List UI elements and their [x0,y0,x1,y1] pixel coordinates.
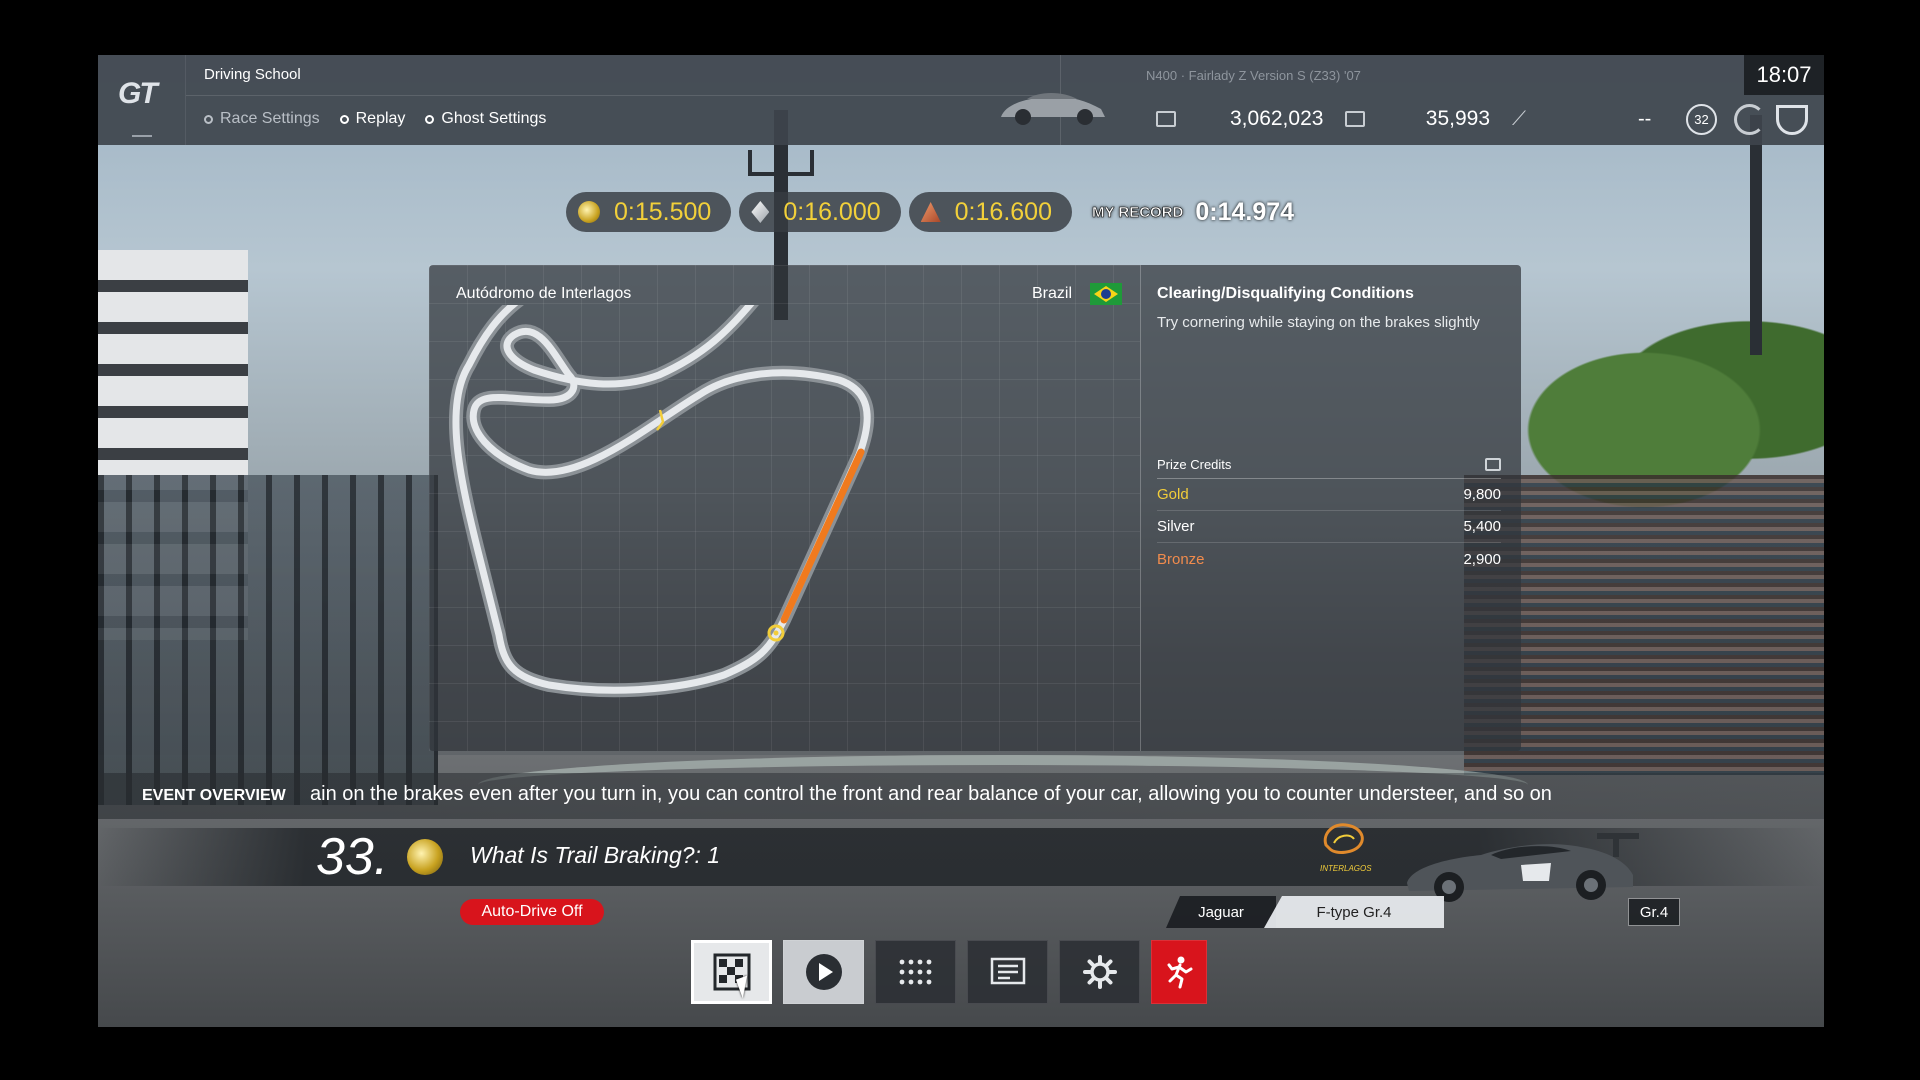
overview-label: EVENT OVERVIEW [142,787,286,804]
my-record-label: MY RECORD [1091,203,1184,221]
logo-underline [132,135,152,137]
prize-label: Bronze [1157,550,1205,568]
silver-time: 0:16.000 [739,192,901,232]
circuit-logo-icon [1323,823,1364,854]
replay-button[interactable] [783,940,864,1004]
light-pole-head [748,150,814,176]
event-number: 33. [316,828,389,886]
overview-ticker: ain on the brakes even after you turn in… [310,783,1552,805]
car-info: Jaguar F-type Gr.4 [1166,896,1444,928]
progress-ring-icon [1734,104,1765,135]
car-thumbnail-icon[interactable] [993,83,1113,128]
event-title: What Is Trail Braking?: 1 [470,842,721,868]
car-class-badge: Gr.4 [1628,898,1680,926]
gt-logo[interactable]: GT [98,55,186,145]
prize-label: Silver [1157,518,1195,535]
gold-medal-icon [578,201,600,223]
top-bar: GT Driving School Race Settings Replay G… [98,55,1824,145]
menu-replay[interactable]: Replay [339,110,406,128]
car-label: N400 · Fairlady Z Version S (Z33) '07 [1146,68,1361,83]
fence-backdrop [98,475,438,805]
auto-drive-toggle[interactable]: Auto-Drive Off [460,899,604,925]
track-layout [448,305,875,698]
game-screen: GT Driving School Race Settings Replay G… [98,55,1824,1027]
panel-divider [1140,265,1141,751]
prize-row-bronze: Bronze 2,900 [1157,543,1501,575]
track-section-highlight [780,448,865,624]
notes-icon [990,957,1025,985]
graph-icon: ⟋ [1512,107,1526,130]
track-map: Autódromo de Interlagos Brazil [429,265,1140,751]
menu-label: Replay [355,110,406,127]
gt-logo-icon: GT [118,77,158,110]
action-bar [691,940,1207,1004]
top-divider [186,95,1058,96]
top-menu: Race Settings Replay Ghost Settings [204,110,546,128]
race-car-image [1407,833,1639,902]
event-overview: EVENT OVERVIEW ain on the brakes even af… [98,773,1824,819]
start-position-dot [773,630,779,636]
mileage-value: 35,993 [1425,107,1490,130]
conditions-title: Clearing/Disqualifying Conditions [1157,285,1414,302]
country-name: Brazil [1032,285,1073,302]
prize-value: 2,900 [1463,550,1501,568]
event-details-button[interactable] [967,940,1048,1004]
shield-icon [1776,105,1808,135]
my-record: MY RECORD 0:14.974 [1092,198,1294,227]
exit-button[interactable] [1151,940,1207,1004]
track-name: Autódromo de Interlagos [456,285,632,302]
my-record-value: 0:14.974 [1195,197,1295,226]
bronze-time-value: 0:16.600 [954,197,1052,226]
prize-header: Prize Credits [1157,457,1501,479]
target-times: 0:15.500 0:16.000 0:16.600 MY RECORD 0:1… [566,192,1294,232]
prize-label: Gold [1157,486,1189,503]
silver-medal-icon [751,201,770,223]
circuit-logo-text: INTERLAGOS [1320,864,1372,873]
prize-value: 5,400 [1463,518,1501,535]
prize-credits: Prize Credits Gold 9,800 Silver 5,400 Br… [1157,457,1501,575]
brazil-flag-icon [1090,283,1122,305]
settings-button[interactable] [1059,940,1140,1004]
event-info-panel: Autódromo de Interlagos Brazil Clearing/… [429,265,1521,751]
credits-icon [1485,458,1501,471]
light-pole-right [1750,115,1762,355]
cursor-icon [735,975,755,999]
silver-time-value: 0:16.000 [783,197,881,226]
clock: 18:07 [1744,55,1824,95]
conditions-text: Try cornering while staying on the brake… [1157,314,1480,331]
prize-value: 9,800 [1463,486,1501,503]
mileage-icon [1345,111,1365,127]
gold-time-value: 0:15.500 [614,197,712,226]
bullet-icon [425,114,435,124]
play-icon [805,954,842,990]
menu-ghost-settings[interactable]: Ghost Settings [425,110,546,128]
credits-icon [1156,111,1176,127]
car-model: F-type Gr.4 [1264,896,1444,928]
credits-value: 3,062,023 [1230,107,1324,130]
level-badge: 32 [1686,104,1717,135]
prize-title: Prize Credits [1157,457,1232,472]
mode-title: Driving School [204,66,301,83]
prize-row-silver: Silver 5,400 [1157,511,1501,543]
menu-label: Ghost Settings [441,110,547,127]
exit-icon [1167,956,1193,989]
bullet-icon [204,114,213,124]
car-make: Jaguar [1166,896,1276,928]
menu-grid-button[interactable] [875,940,956,1004]
event-gold-medal-icon [407,839,443,875]
level-placeholder: -- [1638,108,1652,130]
menu-race-settings[interactable]: Race Settings [204,110,320,128]
prize-row-gold: Gold 9,800 [1157,479,1501,511]
gold-time: 0:15.500 [566,192,732,232]
bronze-time: 0:16.600 [908,192,1072,232]
bullet-icon [339,114,349,124]
gear-icon [1082,955,1117,989]
menu-label: Race Settings [220,110,320,127]
bronze-medal-icon [920,202,941,222]
track-surface-line [452,305,871,694]
player-stats: 3,062,023 35,993 ⟋ [1156,107,1526,131]
grid-icon [899,959,931,985]
start-button[interactable] [691,940,772,1004]
